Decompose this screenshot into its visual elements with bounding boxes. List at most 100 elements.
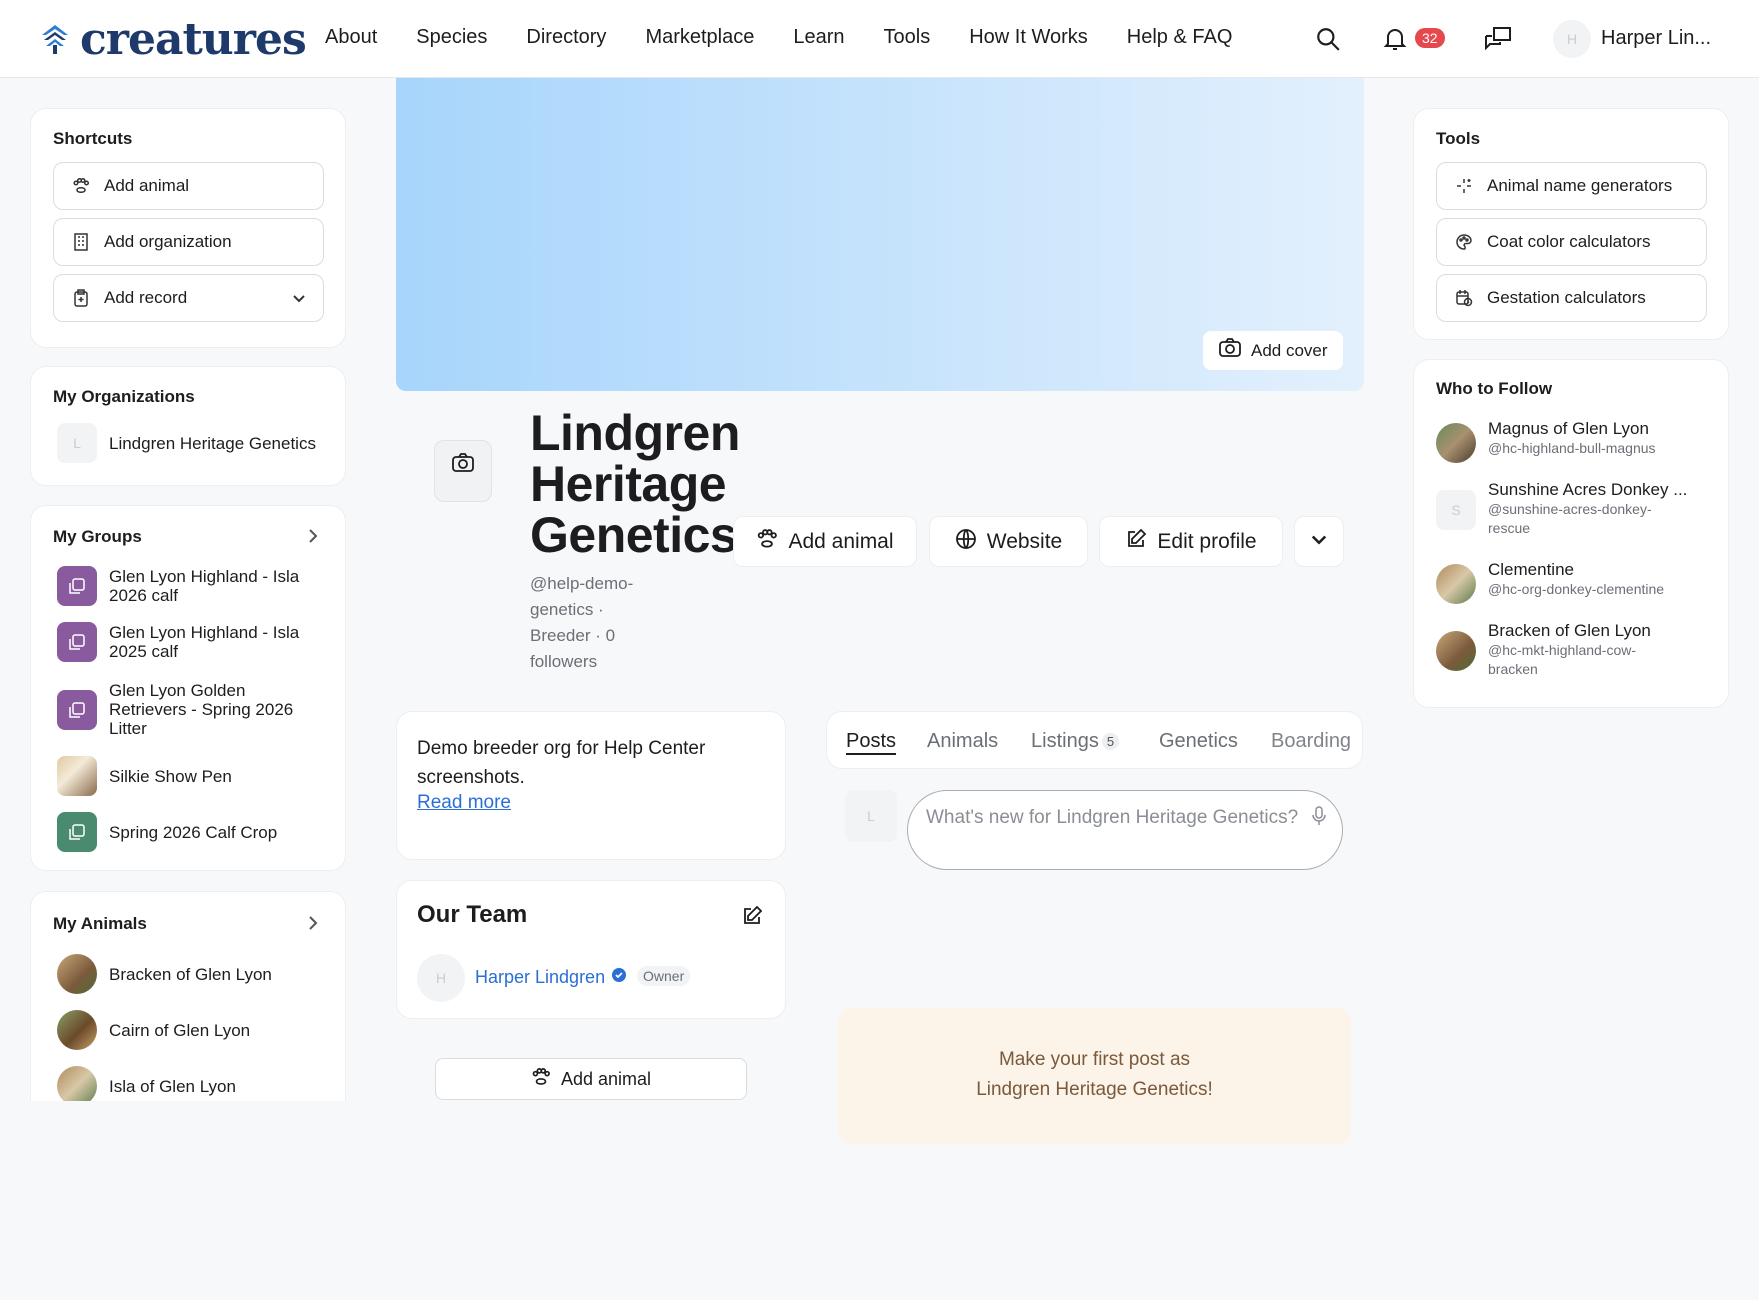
nav-link-about[interactable]: About (325, 26, 377, 49)
nav-link-help-faq[interactable]: Help & FAQ (1127, 26, 1233, 49)
add-animal-button[interactable]: Add animal (733, 516, 917, 567)
tab-posts[interactable]: Posts (846, 730, 896, 753)
group-icon (57, 689, 97, 730)
user-name[interactable]: Harper Lin... (1601, 27, 1711, 50)
edit-icon (1125, 528, 1147, 556)
read-more-link[interactable]: Read more (417, 792, 511, 814)
animal-avatar (57, 1010, 97, 1050)
who-to-follow-card: Who to Follow Magnus of Glen Lyon @hc-hi… (1413, 359, 1729, 708)
tab-boarding[interactable]: Boarding (1271, 730, 1351, 753)
group-item[interactable]: Glen Lyon Highland - Isla 2025 calf (57, 622, 307, 662)
group-item[interactable]: Spring 2026 Calf Crop (57, 812, 307, 852)
org-logo-upload[interactable] (434, 440, 492, 502)
group-item[interactable]: Silkie Show Pen (57, 756, 307, 796)
add-cover-button[interactable]: Add cover (1203, 331, 1343, 370)
my-animals-card: My Animals Bracken of Glen Lyon Cairn of… (30, 891, 346, 1101)
nav-link-species[interactable]: Species (416, 26, 487, 49)
edit-profile-label: Edit profile (1157, 529, 1257, 553)
nav-link-learn[interactable]: Learn (793, 26, 844, 49)
bell-icon[interactable] (1378, 22, 1412, 56)
coat-color-label: Coat color calculators (1487, 232, 1651, 251)
my-groups-title[interactable]: My Groups (53, 527, 142, 547)
about-card: Demo breeder org for Help Center screens… (396, 711, 786, 860)
clipboard-icon (72, 289, 90, 307)
tab-genetics[interactable]: Genetics (1159, 730, 1238, 753)
org-avatar: L (57, 423, 97, 463)
more-options-button[interactable] (1294, 516, 1344, 567)
group-name: Spring 2026 Calf Crop (109, 822, 278, 842)
building-icon (72, 233, 90, 251)
search-icon[interactable] (1311, 22, 1345, 56)
add-animal-shortcut[interactable]: Add animal (53, 162, 324, 210)
add-organization-shortcut[interactable]: Add organization (53, 218, 324, 266)
microphone-icon[interactable] (1312, 806, 1326, 835)
logo[interactable]: creatures (38, 14, 307, 65)
animal-name: Isla of Glen Lyon (109, 1076, 236, 1096)
edit-profile-button[interactable]: Edit profile (1099, 516, 1283, 567)
group-name: Glen Lyon Golden Retrievers - Spring 202… (109, 681, 294, 738)
paw-icon (756, 528, 778, 556)
camera-icon (1219, 338, 1241, 363)
nav-link-tools[interactable]: Tools (884, 26, 931, 49)
top-nav: creatures About Species Directory Market… (0, 0, 1759, 78)
my-animals-title[interactable]: My Animals (53, 914, 147, 934)
follow-suggestion[interactable]: Clementine @hc-org-donkey-clementine (1436, 560, 1664, 604)
org-item[interactable]: L Lindgren Heritage Genetics (57, 423, 317, 463)
nav-link-marketplace[interactable]: Marketplace (645, 26, 754, 49)
composer-avatar: L (845, 790, 897, 842)
our-team-card: Our Team H Harper Lindgren Owner (396, 880, 786, 1019)
sparkle-icon (1455, 177, 1473, 195)
add-animal-label: Add animal (788, 529, 894, 553)
chevron-right-icon[interactable] (307, 528, 319, 549)
nav-link-how-it-works[interactable]: How It Works (969, 26, 1088, 49)
globe-icon (955, 528, 977, 556)
animal-item[interactable]: Bracken of Glen Lyon (57, 954, 272, 994)
user-avatar[interactable]: H (1553, 20, 1591, 58)
animal-avatar (57, 1066, 97, 1101)
group-icon (57, 812, 97, 852)
tab-animals[interactable]: Animals (927, 730, 998, 753)
follow-suggestion[interactable]: Magnus of Glen Lyon @hc-highland-bull-ma… (1436, 419, 1656, 463)
add-animal-bottom-button[interactable]: Add animal (435, 1058, 747, 1100)
team-member-avatar: H (417, 954, 465, 1002)
notification-badge: 32 (1415, 28, 1445, 48)
who-to-follow-title: Who to Follow (1436, 379, 1553, 398)
follow-handle: @sunshine-acres-donkey-rescue (1488, 501, 1652, 536)
name-generator-tool[interactable]: Animal name generators (1436, 162, 1707, 210)
coat-color-tool[interactable]: Coat color calculators (1436, 218, 1707, 266)
shortcuts-card: Shortcuts Add animal Add organization Ad… (30, 108, 346, 348)
my-organizations-card: My Organizations L Lindgren Heritage Gen… (30, 366, 346, 486)
add-cover-label: Add cover (1251, 340, 1328, 360)
post-composer-placeholder: What's new for Lindgren Heritage Genetic… (926, 807, 1299, 828)
follow-name: Clementine (1488, 560, 1574, 579)
palette-icon (1455, 233, 1473, 251)
follow-suggestion[interactable]: S Sunshine Acres Donkey ... @sunshine-ac… (1436, 480, 1688, 538)
logo-icon (42, 24, 68, 54)
tab-listings[interactable]: Listings 5 (1031, 730, 1120, 753)
nav-links: About Species Directory Marketplace Lear… (325, 26, 1271, 49)
animal-item[interactable]: Cairn of Glen Lyon (57, 1010, 250, 1050)
group-item[interactable]: Glen Lyon Highland - Isla 2026 calf (57, 566, 307, 606)
edit-icon[interactable] (741, 905, 763, 932)
follow-name: Magnus of Glen Lyon (1488, 419, 1649, 438)
website-button[interactable]: Website (929, 516, 1088, 567)
post-composer-input[interactable]: What's new for Lindgren Heritage Genetic… (907, 790, 1343, 870)
messages-icon[interactable] (1481, 22, 1515, 56)
role-badge: Owner (637, 966, 691, 986)
animal-item[interactable]: Isla of Glen Lyon (57, 1066, 236, 1101)
logo-text: creatures (80, 14, 307, 65)
org-name: Lindgren Heritage Genetics (109, 433, 316, 453)
org-meta: @help-demo-genetics · Breeder · 0 follow… (530, 574, 634, 671)
gestation-tool[interactable]: Gestation calculators (1436, 274, 1707, 322)
group-name: Silkie Show Pen (109, 766, 232, 786)
add-record-shortcut[interactable]: Add record (53, 274, 324, 322)
org-title: Lindgren Heritage Genetics (530, 405, 740, 563)
add-record-label: Add record (104, 288, 188, 307)
follow-suggestion[interactable]: Bracken of Glen Lyon @hc-mkt-highland-co… (1436, 621, 1678, 679)
team-member[interactable]: Harper Lindgren (475, 967, 627, 988)
nav-link-directory[interactable]: Directory (526, 26, 606, 49)
chevron-down-icon[interactable] (291, 290, 307, 311)
chevron-right-icon[interactable] (307, 915, 319, 936)
group-item[interactable]: Glen Lyon Golden Retrievers - Spring 202… (57, 681, 307, 738)
chevron-down-icon (1309, 529, 1329, 555)
